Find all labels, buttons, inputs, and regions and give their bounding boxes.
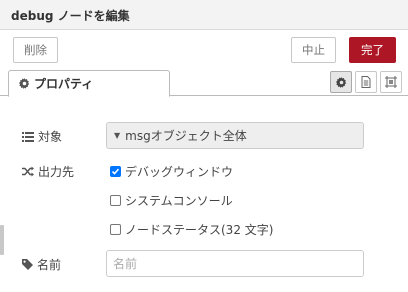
- resize-handle[interactable]: [0, 225, 4, 255]
- name-input[interactable]: [106, 250, 364, 277]
- tab-properties-label: プロパティ: [34, 77, 94, 91]
- cancel-button[interactable]: 中止: [291, 37, 336, 63]
- debug-window-label: デバッグウィンドウ: [125, 165, 234, 179]
- name-label: 名前: [22, 256, 61, 273]
- tag-icon: [22, 259, 33, 270]
- description-icon: [361, 76, 371, 88]
- tab-description[interactable]: [355, 71, 377, 93]
- system-console-label: システムコンソール: [125, 194, 233, 208]
- caret-down-icon: ▼: [114, 131, 121, 140]
- tab-properties[interactable]: プロパティ: [8, 70, 170, 97]
- system-console-checkbox[interactable]: [110, 195, 121, 206]
- debug-window-checkbox[interactable]: [110, 166, 121, 177]
- check-icon: [111, 168, 120, 175]
- settings-icon: [335, 76, 346, 88]
- name-label-text: 名前: [37, 258, 62, 272]
- tray-title: debug ノードを編集: [11, 9, 130, 23]
- target-label-text: 対象: [38, 130, 63, 144]
- output-option-debug[interactable]: デバッグウィンドウ: [110, 163, 233, 180]
- tray-header: debug ノードを編集: [0, 0, 408, 30]
- node-status-checkbox[interactable]: [110, 224, 121, 235]
- output-option-console[interactable]: システムコンソール: [110, 192, 233, 209]
- delete-button[interactable]: 削除: [13, 37, 58, 63]
- output-option-status[interactable]: ノードステータス(32 文字): [110, 221, 273, 238]
- target-select-value: msgオブジェクト全体: [125, 129, 247, 143]
- target-select[interactable]: ▼ msgオブジェクト全体: [106, 122, 364, 149]
- tab-settings[interactable]: [330, 71, 352, 93]
- target-label: 対象: [22, 128, 62, 145]
- node-status-label: ノードステータス(32 文字): [125, 223, 274, 237]
- cog-icon: [19, 78, 30, 89]
- tab-appearance[interactable]: [380, 71, 402, 93]
- list-icon: [22, 131, 34, 142]
- random-icon: [22, 166, 34, 177]
- done-button[interactable]: 完了: [349, 37, 396, 63]
- appearance-icon: [385, 76, 397, 88]
- output-label: 出力先: [22, 163, 74, 180]
- output-label-text: 出力先: [38, 165, 75, 179]
